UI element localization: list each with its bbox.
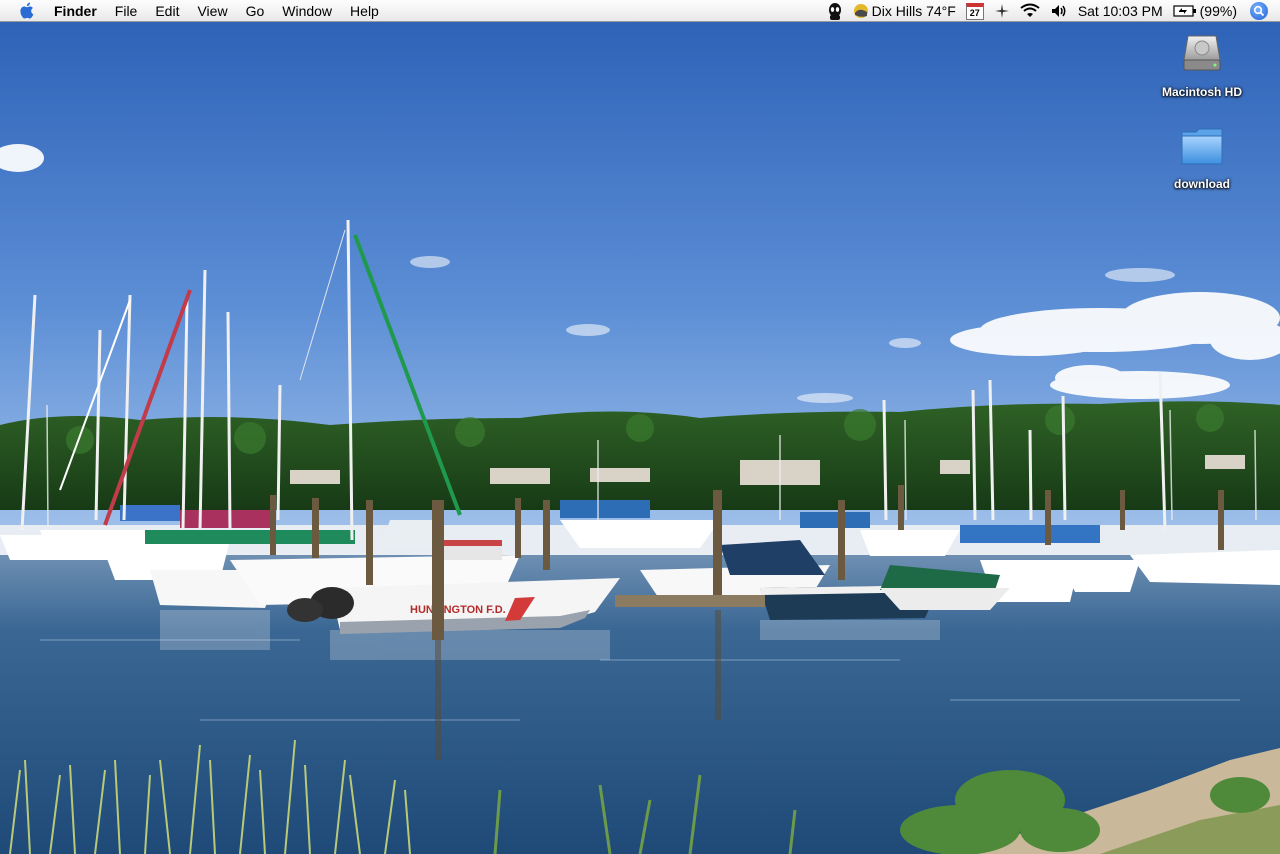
calendar-icon: 27 (965, 2, 984, 20)
wifi-icon[interactable] (1020, 0, 1040, 22)
menu-view[interactable]: View (188, 0, 236, 22)
menu-edit[interactable]: Edit (146, 0, 188, 22)
desktop-wallpaper: HUNTINGTON F.D. (0, 0, 1280, 854)
calendar-menulet[interactable]: 27 (965, 0, 984, 22)
volume-icon[interactable] (1050, 0, 1068, 22)
alien-menulet-icon[interactable] (827, 0, 843, 22)
spotlight-search-icon[interactable] (1250, 2, 1268, 20)
battery-percent: (99%) (1199, 3, 1237, 19)
menu-help[interactable]: Help (341, 0, 388, 22)
boat-lettering: HUNTINGTON F.D. (410, 604, 506, 616)
weather-text: Dix Hills 74°F (871, 3, 956, 19)
menu-go[interactable]: Go (237, 0, 274, 22)
app-menu-finder[interactable]: Finder (44, 0, 106, 22)
menu-window[interactable]: Window (273, 0, 341, 22)
menu-file[interactable]: File (106, 0, 147, 22)
desktop-icon-macintosh-hd[interactable]: Macintosh HD (1147, 30, 1257, 99)
hard-drive-icon (1183, 35, 1221, 71)
desktop-icon-label: Macintosh HD (1161, 85, 1242, 99)
desktop-icon-label: download (1174, 177, 1230, 191)
menu-bar: Finder File Edit View Go Window Help Dix… (0, 0, 1280, 22)
folder-icon (1181, 128, 1223, 165)
apple-menu-icon[interactable] (10, 0, 44, 22)
weather-icon (853, 4, 868, 18)
clock[interactable]: Sat 10:03 PM (1078, 0, 1163, 22)
crosshair-menulet-icon[interactable] (994, 0, 1010, 22)
status-menus: Dix Hills 74°F 27 Sat 10:03 PM (99%) (822, 0, 1280, 22)
battery-icon (1173, 5, 1196, 17)
weather-menulet[interactable]: Dix Hills 74°F (853, 0, 956, 22)
desktop-icon-download[interactable]: download (1147, 122, 1257, 191)
battery-menulet[interactable]: (99%) (1173, 0, 1237, 22)
